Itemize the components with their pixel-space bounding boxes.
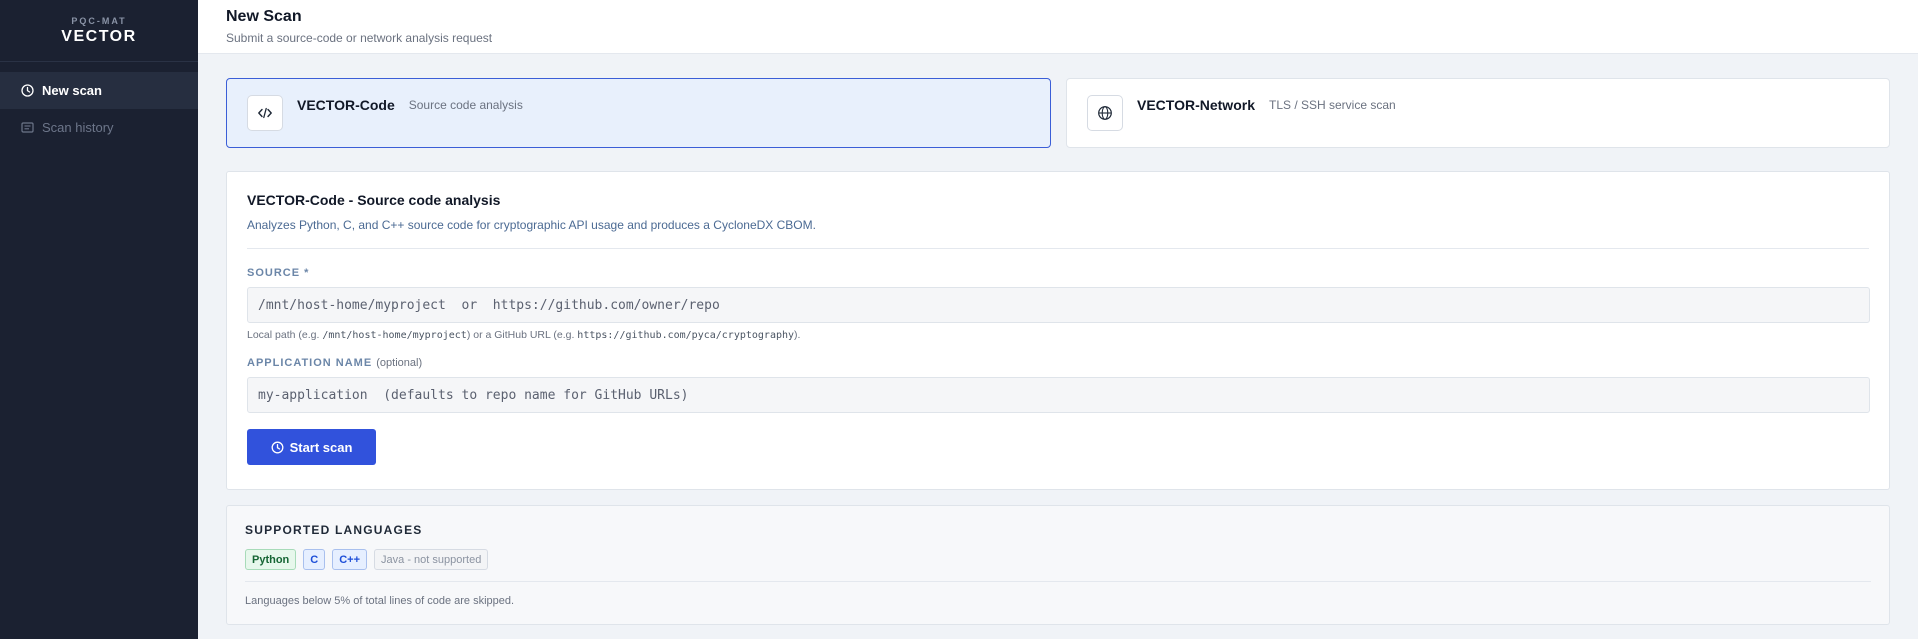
- tool-name: VECTOR-Code: [297, 97, 395, 113]
- optional-tag: (optional): [376, 357, 423, 369]
- tool-card-vector-code[interactable]: VECTOR-Code Source code analysis: [226, 78, 1051, 148]
- hint-text: Local path (e.g.: [247, 329, 323, 341]
- tool-card-vector-network[interactable]: VECTOR-Network TLS / SSH service scan: [1066, 78, 1890, 148]
- sidebar-item-new-scan[interactable]: New scan: [0, 72, 198, 109]
- language-badge-python: Python: [245, 549, 297, 570]
- tool-description: TLS / SSH service scan: [1268, 98, 1396, 112]
- hint-text: ) or a GitHub URL (e.g.: [466, 329, 578, 341]
- hint-url-example: https://github.com/pyca/cryptography: [577, 330, 795, 341]
- clock-icon: [21, 84, 34, 97]
- app-name-input[interactable]: [247, 377, 1870, 413]
- page-header: New Scan Submit a source-code or network…: [198, 0, 1918, 54]
- sidebar-item-label: New scan: [42, 83, 102, 98]
- form-description: Analyzes Python, C, and C++ source code …: [247, 218, 816, 232]
- source-label: SOURCE *: [247, 267, 310, 279]
- globe-icon: [1087, 95, 1123, 131]
- page-subtitle: Submit a source-code or network analysis…: [226, 31, 493, 45]
- sidebar-item-scan-history[interactable]: Scan history: [0, 109, 198, 146]
- supported-languages: SUPPORTED LANGUAGES Python C C++ Java - …: [226, 505, 1890, 625]
- app-name-label: APPLICATION NAME (optional): [247, 357, 1869, 369]
- hint-text: ).: [794, 329, 801, 341]
- brand-title: VECTOR: [61, 28, 137, 45]
- clock-icon: [271, 441, 284, 454]
- form-title: VECTOR-Code - Source code analysis: [247, 192, 501, 208]
- scan-form: VECTOR-Code - Source code analysis Analy…: [226, 171, 1890, 490]
- languages-title: SUPPORTED LANGUAGES: [245, 523, 423, 537]
- language-badge-java: Java - not supported: [374, 549, 489, 570]
- divider: [245, 581, 1871, 582]
- languages-note: Languages below 5% of total lines of cod…: [245, 595, 515, 607]
- hint-path-example: /mnt/host-home/myproject: [322, 330, 467, 341]
- language-badges: Python C C++ Java - not supported: [245, 549, 1871, 570]
- source-hint: Local path (e.g. /mnt/host-home/myprojec…: [247, 329, 1869, 341]
- code-icon: [247, 95, 283, 131]
- page-title: New Scan: [226, 8, 302, 25]
- app-name-label-text: APPLICATION NAME: [247, 357, 373, 369]
- language-badge-c: C: [303, 549, 326, 570]
- sidebar: PQC-MAT VECTOR New scan Scan history: [0, 0, 198, 639]
- start-scan-label: Start scan: [289, 439, 353, 455]
- tool-description: Source code analysis: [408, 98, 523, 112]
- brand-logo: PQC-MAT VECTOR: [0, 0, 198, 62]
- divider: [247, 248, 1869, 249]
- tool-name: VECTOR-Network: [1137, 97, 1255, 113]
- sidebar-item-label: Scan history: [42, 120, 114, 135]
- language-badge-cpp: C++: [332, 549, 368, 570]
- brand-subtitle: PQC-MAT: [71, 16, 127, 26]
- sidebar-nav: New scan Scan history: [0, 62, 198, 146]
- start-scan-button[interactable]: Start scan: [247, 429, 376, 465]
- list-icon: [21, 121, 34, 134]
- source-input[interactable]: [247, 287, 1870, 323]
